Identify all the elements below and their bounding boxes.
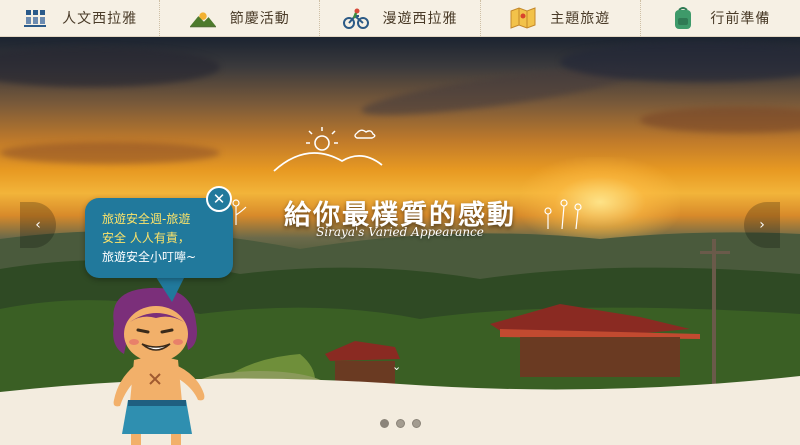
cloud — [640, 107, 800, 133]
nav-label: 行前準備 — [710, 11, 771, 27]
close-icon: ✕ — [212, 190, 226, 208]
bubble-line: 旅遊安全週-旅遊 — [102, 212, 191, 226]
safety-notice-bubble[interactable]: 旅遊安全週-旅遊 安全 人人有責， 旅遊安全小叮嚀~ — [85, 198, 233, 278]
sun-hill-illustration — [273, 127, 383, 172]
map-icon — [510, 7, 536, 29]
mascot-character — [113, 287, 205, 445]
cloud — [0, 142, 220, 164]
bubble-tail — [154, 274, 186, 302]
nav-item-preparation[interactable]: 行前準備 — [641, 0, 800, 36]
cloud — [0, 47, 220, 87]
nav-label: 節慶活動 — [229, 11, 290, 27]
nav-item-roaming[interactable]: 漫遊西拉雅 — [320, 0, 481, 36]
backpack-icon — [670, 7, 696, 29]
nav-item-culture[interactable]: 人文西拉雅 — [0, 0, 161, 36]
nav-label: 主題旅遊 — [550, 11, 611, 27]
nav-label: 人文西拉雅 — [62, 11, 138, 27]
chevron-right-icon: › — [759, 217, 765, 233]
chevron-left-icon: ‹ — [35, 217, 41, 233]
bubble-line: 安全 人人有責， — [102, 231, 190, 245]
carousel-dot[interactable] — [411, 419, 421, 428]
carousel-dot[interactable] — [395, 419, 405, 428]
main-nav: 人文西拉雅 節慶活動 漫遊西拉雅 主題旅遊 行前準備 — [0, 0, 800, 37]
close-bubble-button[interactable]: ✕ — [206, 186, 232, 212]
cyclist-icon — [342, 7, 369, 29]
mountain-sun-icon — [189, 7, 216, 29]
nav-label: 漫遊西拉雅 — [382, 11, 458, 27]
nav-item-festivals[interactable]: 節慶活動 — [160, 0, 321, 36]
bubble-line: 旅遊安全小叮嚀~ — [102, 250, 197, 264]
nav-item-theme-travel[interactable]: 主題旅遊 — [481, 0, 641, 36]
carousel-dot[interactable] — [379, 419, 389, 428]
people-icon — [22, 7, 48, 29]
